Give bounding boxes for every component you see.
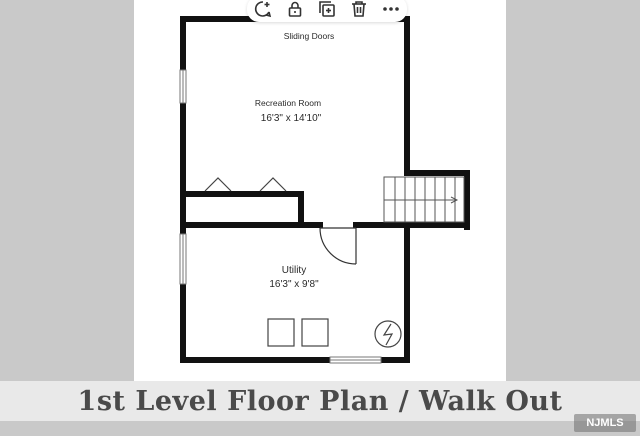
recreation-room-name: Recreation Room (255, 98, 321, 108)
image-toolbar (247, 0, 407, 22)
caption-banner: 1st Level Floor Plan / Walk Out (0, 381, 640, 421)
sliding-doors-label: Sliding Doors (284, 31, 335, 41)
utility-room-name: Utility (282, 265, 306, 276)
floor-plan-diagram: Sliding Doors Recreation Room 16'3" x 14… (134, 0, 506, 381)
duplicate-icon[interactable] (316, 0, 338, 20)
bottom-window (329, 356, 382, 364)
more-icon[interactable] (380, 0, 402, 20)
comment-add-icon[interactable] (252, 0, 274, 20)
stairs (383, 176, 465, 223)
trash-icon[interactable] (348, 0, 370, 20)
watermark-text: NJMLS (586, 417, 624, 429)
floor-plan-caption: 1st Level Floor Plan / Walk Out (77, 385, 563, 417)
lock-icon[interactable] (284, 0, 306, 20)
utility-room-size: 16'3" x 9'8" (269, 279, 319, 290)
njmls-watermark: NJMLS (574, 414, 636, 432)
recreation-room-size: 16'3" x 14'10" (261, 113, 322, 124)
